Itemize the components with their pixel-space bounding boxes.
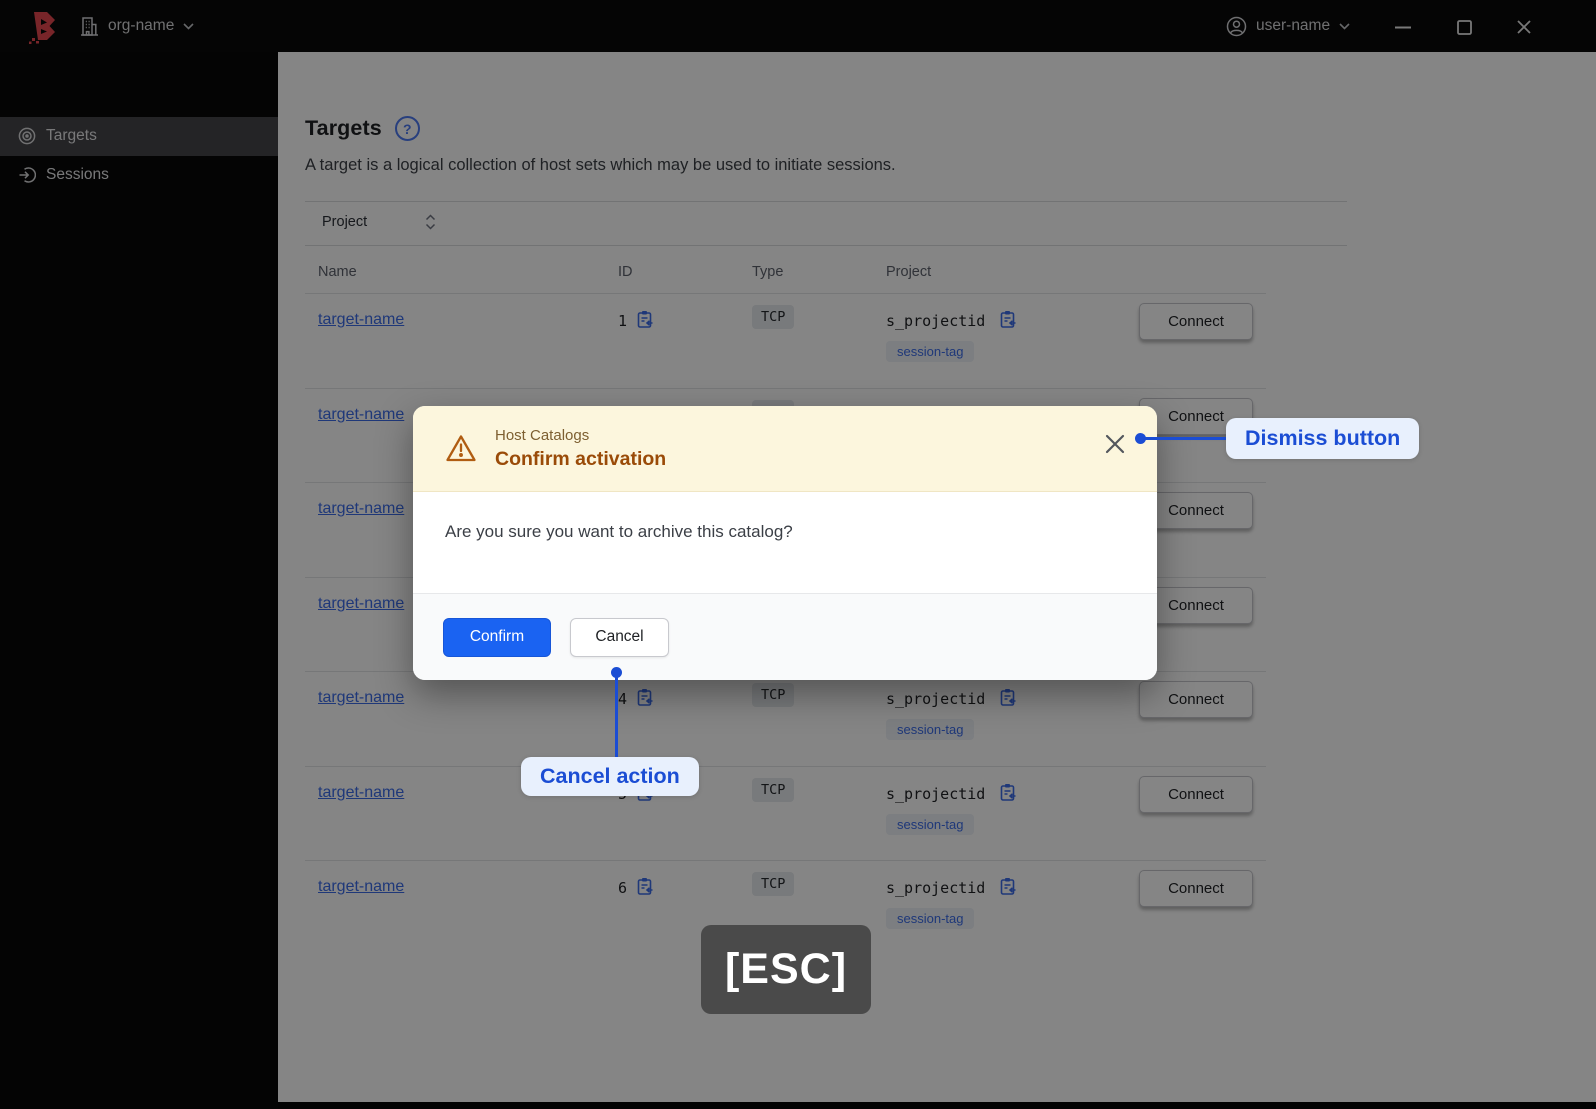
type-badge: TCP	[752, 777, 795, 802]
column-header-type: Type	[752, 264, 784, 280]
session-tag-badge: session-tag	[886, 719, 975, 740]
minimize-icon	[1395, 26, 1411, 28]
target-id: 4	[618, 690, 628, 708]
copy-icon[interactable]	[636, 310, 654, 329]
project-filter-label: Project	[322, 214, 368, 230]
sidebar-item-label: Targets	[46, 127, 97, 145]
table-row: target-name 4 TCP s_projectid session-ta…	[305, 671, 1266, 766]
cancel-button[interactable]: Cancel	[570, 617, 669, 657]
copy-icon[interactable]	[999, 877, 1017, 896]
dialog-header: Host Catalogs Confirm activation	[413, 406, 1157, 492]
confirm-button[interactable]: Confirm	[443, 617, 551, 657]
maximize-button[interactable]	[1455, 18, 1473, 36]
target-link[interactable]: target-name	[318, 689, 404, 707]
top-bar: org-name user-name	[0, 0, 1596, 52]
annotation-connector-line	[615, 677, 618, 758]
copy-icon[interactable]	[999, 310, 1017, 329]
session-tag-badge: session-tag	[886, 813, 975, 835]
sidebar: Targets Sessions	[0, 52, 278, 1109]
dismiss-button[interactable]	[1105, 433, 1127, 455]
user-icon	[1226, 16, 1247, 36]
sidebar-item-targets[interactable]: Targets	[0, 117, 278, 156]
dialog-eyebrow: Host Catalogs	[495, 426, 590, 444]
filter-toolbar: Project	[305, 201, 1347, 246]
warning-icon	[446, 435, 476, 462]
column-header-id: ID	[618, 264, 633, 280]
table-header-row: Name ID Type Project	[305, 256, 1266, 293]
sign-in-icon	[19, 167, 36, 183]
target-link[interactable]: target-name	[318, 406, 404, 424]
annotation-connector-line	[1144, 437, 1227, 440]
close-icon	[1517, 20, 1531, 34]
target-id: 1	[618, 312, 628, 330]
dialog-title: Confirm activation	[495, 447, 667, 470]
org-name-label: org-name	[108, 17, 175, 34]
copy-icon[interactable]	[636, 877, 654, 896]
session-tag-badge: session-tag	[886, 341, 975, 362]
minimize-button[interactable]	[1394, 18, 1412, 36]
target-link[interactable]: target-name	[318, 878, 404, 896]
project-id: s_projectid	[886, 690, 986, 708]
page-description: A target is a logical collection of host…	[305, 156, 896, 174]
maximize-icon	[1456, 19, 1472, 35]
project-filter-dropdown[interactable]: Project	[322, 214, 436, 230]
copy-icon[interactable]	[999, 688, 1017, 707]
boundary-logo-icon	[29, 12, 55, 44]
sidebar-item-label: Sessions	[46, 165, 109, 183]
sidebar-item-sessions[interactable]: Sessions	[0, 156, 278, 195]
close-window-button[interactable]	[1515, 18, 1533, 36]
target-link[interactable]: target-name	[318, 500, 404, 518]
esc-key-badge: [ESC]	[701, 925, 871, 1014]
connect-button[interactable]: Connect	[1139, 775, 1253, 813]
copy-icon[interactable]	[636, 688, 654, 707]
project-id: s_projectid	[886, 879, 986, 897]
project-id: s_projectid	[886, 784, 986, 803]
column-header-name: Name	[318, 264, 357, 280]
user-menu[interactable]: user-name	[1226, 13, 1350, 39]
org-switcher[interactable]: org-name	[80, 13, 194, 39]
connect-button[interactable]: Connect	[1139, 303, 1253, 340]
target-link[interactable]: target-name	[318, 595, 404, 613]
annotation-dismiss-label: Dismiss button	[1226, 418, 1420, 459]
table-row: target-name 1 TCP s_projectid session-ta…	[305, 293, 1266, 388]
dialog-footer: Confirm Cancel	[413, 593, 1157, 680]
type-badge: TCP	[752, 683, 795, 707]
project-id: s_projectid	[886, 312, 986, 330]
close-icon	[1105, 434, 1125, 454]
table-row: target-name 5 TCP s_projectid session-ta…	[305, 765, 1266, 861]
chevron-down-icon	[183, 22, 194, 30]
session-tag-badge: session-tag	[886, 908, 975, 929]
connect-button[interactable]: Connect	[1139, 681, 1253, 718]
type-badge: TCP	[752, 872, 795, 896]
chevron-down-icon	[1339, 22, 1350, 30]
type-badge: TCP	[752, 305, 795, 329]
annotation-cancel-label: Cancel action	[521, 757, 699, 796]
target-icon	[18, 127, 36, 145]
target-link[interactable]: target-name	[318, 784, 404, 802]
sort-chevrons-icon	[426, 214, 436, 230]
dialog-message: Are you sure you want to archive this ca…	[445, 522, 793, 541]
target-id: 6	[618, 879, 628, 897]
column-header-project: Project	[886, 264, 932, 280]
confirm-dialog: Host Catalogs Confirm activation Are you…	[413, 406, 1157, 680]
help-icon[interactable]	[394, 116, 420, 141]
copy-icon[interactable]	[999, 783, 1017, 802]
page-title: Targets	[305, 116, 382, 140]
building-icon	[81, 16, 98, 36]
user-name-label: user-name	[1256, 17, 1331, 34]
connect-button[interactable]: Connect	[1139, 870, 1253, 907]
target-link[interactable]: target-name	[318, 311, 404, 329]
